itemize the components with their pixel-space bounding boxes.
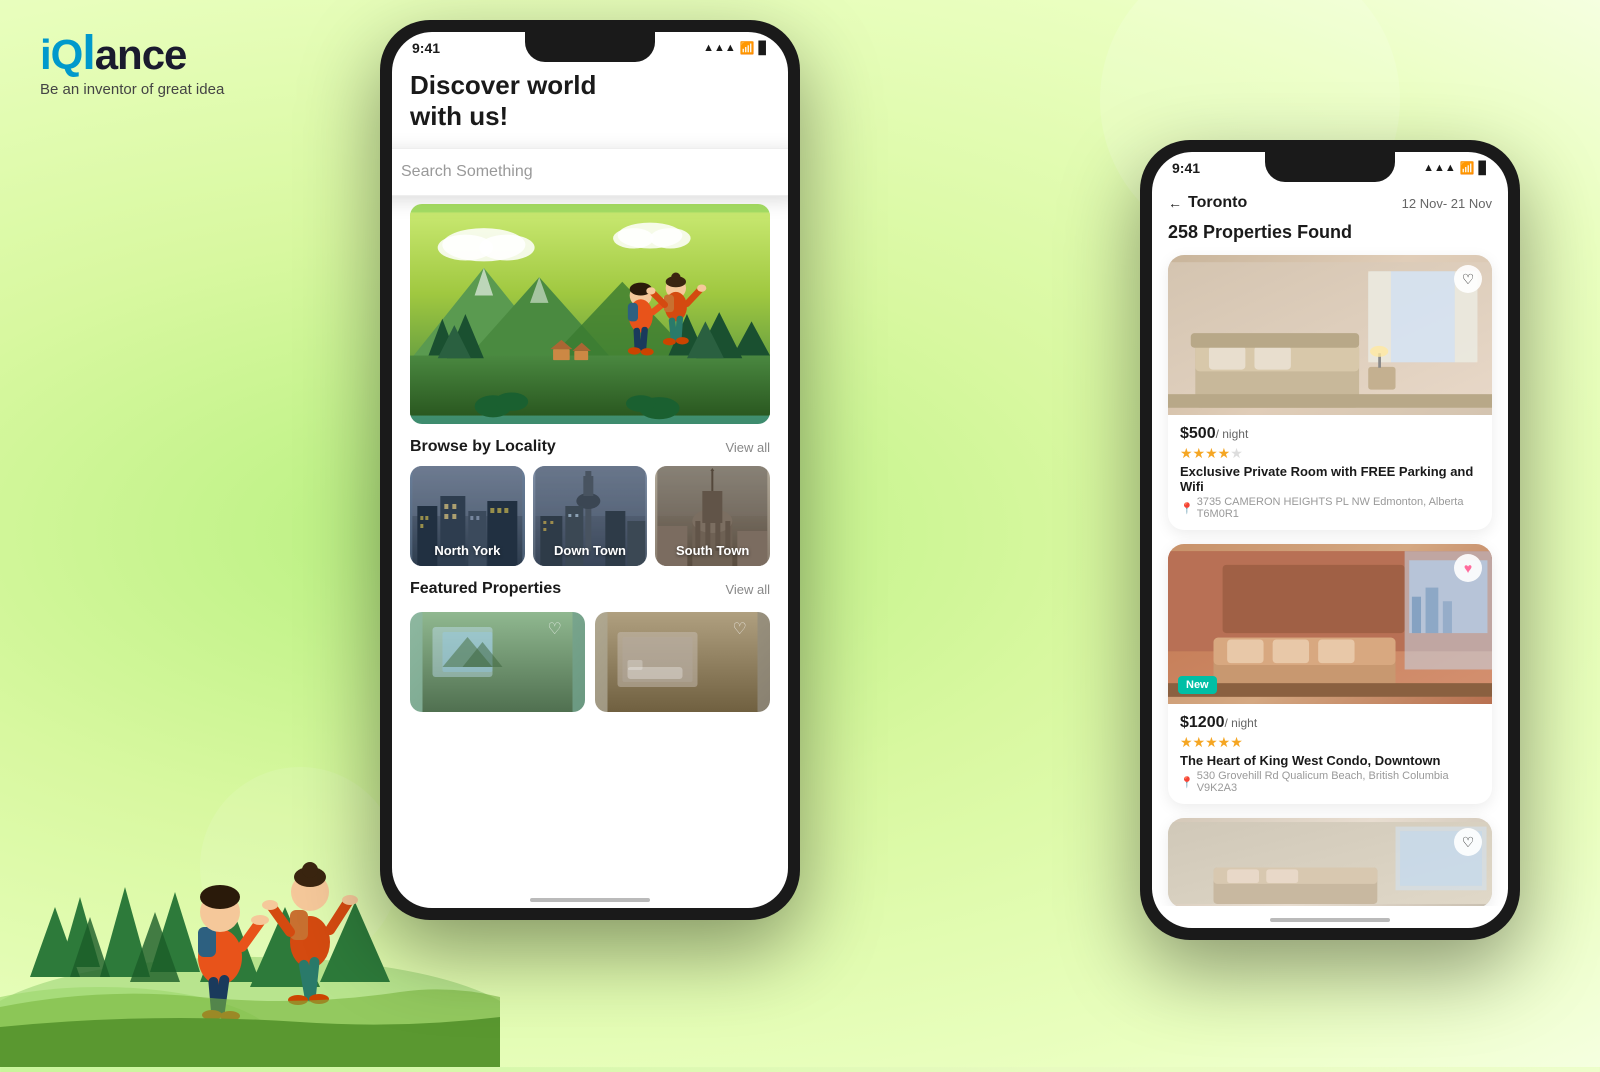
down-town-label: Down Town <box>533 543 648 558</box>
right-signal-icon: ▲▲▲ <box>1423 162 1456 174</box>
properties-count: 258 Properties Found <box>1168 222 1492 243</box>
property-price-1: $500/ night <box>1180 425 1480 443</box>
battery-icon: ▊ <box>759 41 768 55</box>
locality-north-york[interactable]: North York <box>410 466 525 566</box>
property-price-2: $1200/ night <box>1180 714 1480 732</box>
featured-strip: ♡ ♡ <box>410 612 770 712</box>
nav-dates: 12 Nov- 21 Nov <box>1402 196 1492 211</box>
back-arrow: ← <box>1168 195 1182 211</box>
browse-title: Browse by Locality <box>410 438 556 456</box>
locality-down-town[interactable]: Down Town <box>533 466 648 566</box>
property-img-2: ♥ New <box>1168 544 1492 704</box>
logo-subtitle: Be an inventor of great idea <box>40 81 224 98</box>
heart-btn-2[interactable]: ♥ <box>1454 554 1482 582</box>
right-status-icons: ▲▲▲ 📶 ▊ <box>1423 161 1488 175</box>
heart-btn-1[interactable]: ♡ <box>1454 265 1482 293</box>
browse-view-all[interactable]: View all <box>725 440 770 455</box>
title-line2: with us! <box>410 101 508 131</box>
property-img-1: ♡ <box>1168 255 1492 415</box>
featured-title: Featured Properties <box>410 580 561 598</box>
south-town-label: South Town <box>655 543 770 558</box>
property-stars-1: ★★★★★ <box>1180 445 1480 462</box>
right-phone-screen: 9:41 ▲▲▲ 📶 ▊ ← Toronto 12 Nov- 21 Nov <box>1152 152 1508 928</box>
right-status-time: 9:41 <box>1172 160 1200 176</box>
left-home-indicator <box>530 898 650 902</box>
location-icon-1: 📍 <box>1180 502 1194 515</box>
logo-dot: l <box>82 27 94 80</box>
logo-area: iQlance Be an inventor of great idea <box>40 30 224 98</box>
featured-card-2[interactable]: ♡ <box>595 612 770 712</box>
right-phone-frame: 9:41 ▲▲▲ 📶 ▊ ← Toronto 12 Nov- 21 Nov <box>1140 140 1520 940</box>
browse-section-header: Browse by Locality View all <box>410 424 770 466</box>
featured-section-header: Featured Properties View all <box>410 566 770 608</box>
locality-grid: North York <box>410 466 770 566</box>
property-info-1: $500/ night ★★★★★ Exclusive Private Room… <box>1168 415 1492 530</box>
search-bar[interactable]: Search Something <box>392 148 788 196</box>
property-address-1: 📍 3735 CAMERON HEIGHTS PL NW Edmonton, A… <box>1180 496 1480 520</box>
left-phone-frame: 9:41 ▲▲▲ 📶 ▊ Discover world with us! <box>380 20 800 920</box>
left-status-time: 9:41 <box>412 40 440 56</box>
left-phone-notch <box>525 32 655 62</box>
hero-illustration <box>410 204 770 424</box>
featured-view-all[interactable]: View all <box>725 582 770 597</box>
discover-title: Discover world with us! <box>410 70 770 132</box>
property-card-2[interactable]: ♥ New $1200/ night ★★★★★ The Heart of Ki… <box>1168 544 1492 804</box>
property-name-1: Exclusive Private Room with FREE Parking… <box>1180 464 1480 494</box>
property-info-2: $1200/ night ★★★★★ The Heart of King Wes… <box>1168 704 1492 804</box>
property-name-2: The Heart of King West Condo, Downtown <box>1180 753 1480 768</box>
logo: iQlance <box>40 30 224 79</box>
title-line1: Discover world <box>410 70 596 100</box>
wifi-icon: 📶 <box>740 41 755 55</box>
right-phone-content: ← Toronto 12 Nov- 21 Nov 258 Properties … <box>1152 180 1508 906</box>
back-nav: ← Toronto 12 Nov- 21 Nov <box>1168 188 1492 222</box>
heart-btn-3[interactable]: ♡ <box>1454 828 1482 856</box>
north-york-label: North York <box>410 543 525 558</box>
featured-card-1[interactable]: ♡ <box>410 612 585 712</box>
right-phone-container: 9:41 ▲▲▲ 📶 ▊ ← Toronto 12 Nov- 21 Nov <box>1140 140 1520 940</box>
signal-icon: ▲▲▲ <box>703 42 736 54</box>
logo-iq: iQ <box>40 31 82 78</box>
property-address-2: 📍 530 Grovehill Rd Qualicum Beach, Briti… <box>1180 770 1480 794</box>
back-button[interactable]: ← Toronto <box>1168 194 1247 212</box>
property-card-1[interactable]: ♡ $500/ night ★★★★★ Exclusive Private Ro… <box>1168 255 1492 530</box>
svg-text:♡: ♡ <box>733 621 747 638</box>
property-stars-2: ★★★★★ <box>1180 734 1480 751</box>
svg-text:♡: ♡ <box>548 621 562 638</box>
left-phone-content: Discover world with us! Search Something <box>392 60 788 886</box>
left-phone-screen: 9:41 ▲▲▲ 📶 ▊ Discover world with us! <box>392 32 788 908</box>
right-phone-notch <box>1265 152 1395 182</box>
left-status-icons: ▲▲▲ 📶 ▊ <box>703 41 768 55</box>
locality-south-town[interactable]: South Town <box>655 466 770 566</box>
right-battery-icon: ▊ <box>1479 161 1488 175</box>
left-phone-container: 9:41 ▲▲▲ 📶 ▊ Discover world with us! <box>380 20 800 920</box>
logo-lance: ance <box>95 31 187 78</box>
property-img-3: ♡ <box>1168 818 1492 906</box>
right-wifi-icon: 📶 <box>1460 161 1475 175</box>
location-icon-2: 📍 <box>1180 776 1194 789</box>
search-placeholder: Search Something <box>401 163 533 181</box>
nav-city: Toronto <box>1188 194 1247 212</box>
right-home-indicator <box>1270 918 1390 922</box>
new-badge: New <box>1178 676 1217 694</box>
property-card-3[interactable]: ♡ <box>1168 818 1492 906</box>
